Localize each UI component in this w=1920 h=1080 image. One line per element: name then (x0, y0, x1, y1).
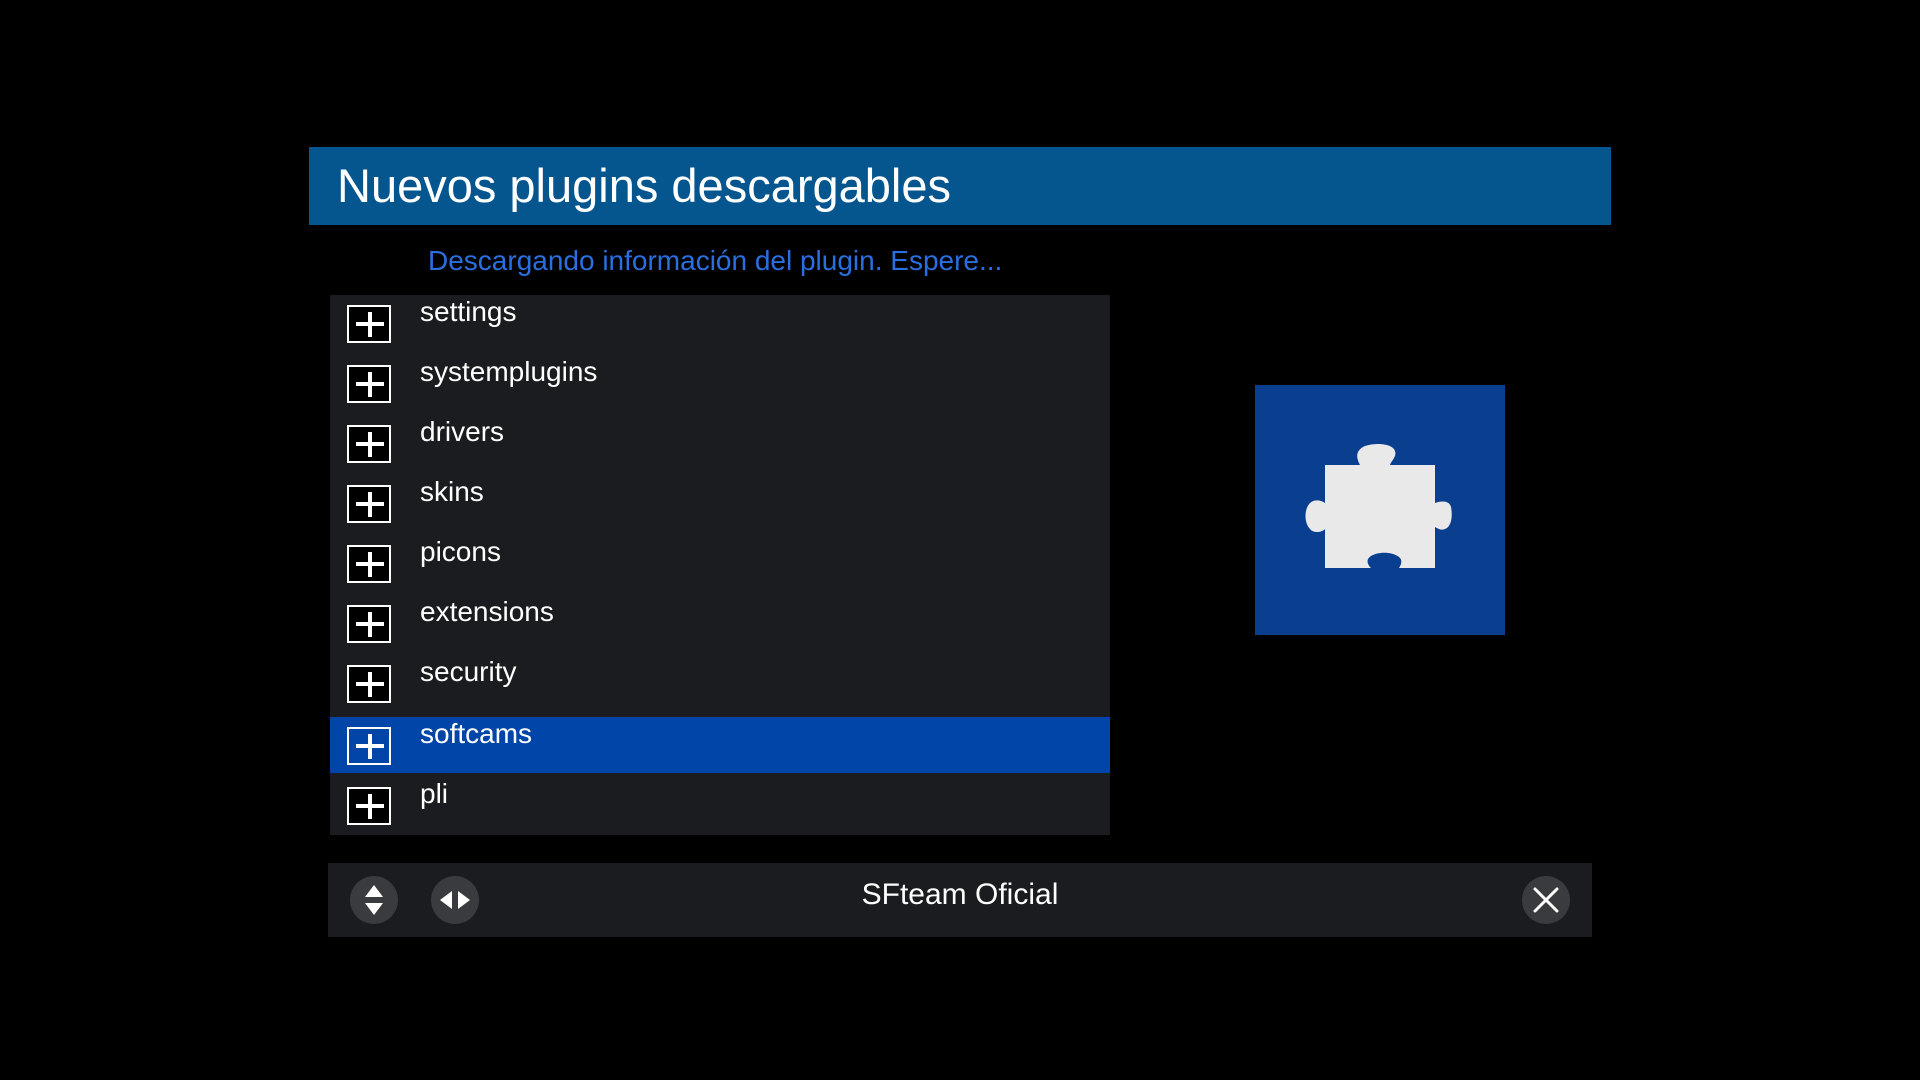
list-item-drivers[interactable]: drivers (330, 415, 1110, 471)
plugin-category-list: settings systemplugins drivers skins pic… (330, 295, 1110, 835)
list-item-label: drivers (420, 416, 505, 447)
list-item-picons[interactable]: picons (330, 535, 1110, 591)
plus-icon (347, 787, 391, 825)
list-item-label: softcams (420, 718, 533, 749)
footer-bar: SFteam Oficial (328, 863, 1592, 937)
list-item-skins[interactable]: skins (330, 475, 1110, 531)
plus-icon (347, 545, 391, 583)
close-icon[interactable] (1522, 876, 1570, 924)
plus-icon (347, 305, 391, 343)
plus-icon (347, 727, 391, 765)
plus-icon (347, 605, 391, 643)
plugin-browser-screen: Nuevos plugins descargables Descargando … (0, 0, 1920, 1080)
list-item-settings[interactable]: settings (330, 295, 1110, 351)
footer-label: SFteam Oficial (861, 878, 1059, 911)
list-item-label: systemplugins (420, 356, 598, 387)
puzzle-piece-icon (1305, 443, 1452, 568)
title-bar: Nuevos plugins descargables (309, 147, 1611, 225)
plus-icon (347, 425, 391, 463)
list-item-pli[interactable]: pli (330, 777, 1110, 833)
page-title: Nuevos plugins descargables (337, 159, 951, 212)
plugin-preview-image (1255, 385, 1505, 635)
list-item-extensions[interactable]: extensions (330, 595, 1110, 651)
plus-icon (347, 485, 391, 523)
plus-icon (347, 365, 391, 403)
list-item-label: pli (420, 778, 449, 809)
plus-icon (347, 665, 391, 703)
list-item-label: security (420, 656, 517, 687)
list-item-softcams[interactable]: softcams (330, 717, 1110, 773)
status-message: Descargando información del plugin. Espe… (428, 245, 1003, 276)
list-item-label: skins (420, 476, 484, 507)
list-item-security[interactable]: security (330, 655, 1110, 711)
list-item-label: picons (420, 536, 501, 567)
list-item-label: settings (420, 296, 517, 327)
list-item-systemplugins[interactable]: systemplugins (330, 355, 1110, 411)
list-item-label: extensions (420, 596, 554, 627)
